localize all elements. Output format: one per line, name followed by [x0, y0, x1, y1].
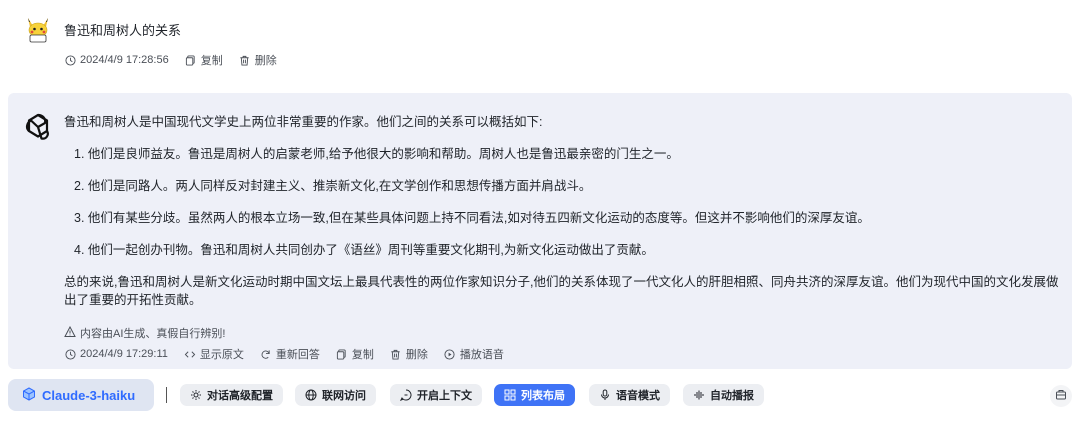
code-icon[interactable] [184, 348, 196, 360]
openai-logo-icon [22, 111, 54, 143]
web-access-button[interactable]: 联网访问 [295, 384, 376, 406]
warning-icon [64, 325, 76, 341]
microphone-icon [599, 389, 611, 401]
assistant-delete-button[interactable]: 删除 [406, 346, 428, 362]
trash-icon[interactable] [239, 54, 251, 66]
assistant-summary: 总的来说,鲁迅和周树人是新文化运动时期中国文坛上最具代表性的两位作家知识分子,他… [64, 275, 1059, 307]
bottom-toolbar: Claude-3-haiku 对话高级配置 联网访问 开启上下文 列表布局 语音… [8, 379, 1072, 413]
grid-icon [504, 389, 516, 401]
copy-icon[interactable] [336, 348, 348, 360]
user-timestamp: 2024/4/9 17:28:56 [80, 54, 169, 66]
clock-icon [64, 54, 76, 66]
assistant-points-list: 1. 他们是良师益友。鲁迅是周树人的启蒙老师,给予他很大的影响和帮助。周树人也是… [64, 145, 1060, 259]
auto-broadcast-button[interactable]: 自动播报 [683, 384, 764, 406]
auto-broadcast-label: 自动播报 [710, 390, 754, 402]
advanced-config-label: 对话高级配置 [207, 390, 273, 402]
user-message-meta: 2024/4/9 17:28:56 复制 删除 [64, 52, 277, 68]
refresh-icon[interactable] [260, 348, 272, 360]
regenerate-button[interactable]: 重新回答 [276, 346, 320, 362]
assistant-timestamp: 2024/4/9 17:29:11 [80, 348, 168, 360]
assistant-message-meta: 2024/4/9 17:29:11 显示原文 重新回答 复制 删除 播放语音 [64, 346, 504, 362]
user-copy-button[interactable]: 复制 [201, 52, 223, 68]
play-icon[interactable] [444, 348, 456, 360]
list-layout-button[interactable]: 列表布局 [494, 384, 575, 406]
share-button[interactable] [1050, 385, 1072, 407]
toolbar-separator [166, 387, 167, 403]
assistant-intro: 鲁迅和周树人是中国现代文学史上两位非常重要的作家。他们之间的关系可以概括如下: [64, 115, 543, 129]
list-item: 3. 他们有某些分歧。虽然两人的根本立场一致,但在某些具体问题上持不同看法,如对… [74, 211, 870, 225]
cube-icon [22, 386, 36, 404]
model-selector-button[interactable]: Claude-3-haiku [8, 379, 154, 411]
user-message-text: 鲁迅和周树人的关系 [64, 23, 182, 38]
voice-mode-label: 语音模式 [616, 390, 660, 402]
model-name: Claude-3-haiku [42, 387, 136, 403]
assistant-message-body: 鲁迅和周树人是中国现代文学史上两位非常重要的作家。他们之间的关系可以概括如下: … [64, 113, 1060, 309]
user-delete-button[interactable]: 删除 [255, 52, 277, 68]
list-item: 2. 他们是同路人。两人同样反对封建主义、推崇新文化,在文学创作和思想传播方面并… [74, 179, 592, 193]
globe-icon [305, 389, 317, 401]
trash-icon[interactable] [390, 348, 402, 360]
play-audio-button[interactable]: 播放语音 [460, 346, 504, 362]
list-item: 4. 他们一起创办刊物。鲁迅和周树人共同创办了《语丝》周刊等重要文化期刊,为新文… [74, 243, 654, 257]
ai-warning: 内容由AI生成、真假自行辨别! [64, 325, 225, 341]
gear-icon [190, 389, 202, 401]
clock-icon [64, 348, 76, 360]
voice-mode-button[interactable]: 语音模式 [589, 384, 670, 406]
show-source-button[interactable]: 显示原文 [200, 346, 244, 362]
list-layout-label: 列表布局 [521, 390, 565, 402]
user-avatar [24, 16, 52, 44]
assistant-copy-button[interactable]: 复制 [352, 346, 374, 362]
list-item: 1. 他们是良师益友。鲁迅是周树人的启蒙老师,给予他很大的影响和帮助。周树人也是… [74, 147, 679, 161]
pikachu-avatar-icon [28, 18, 48, 43]
context-toggle-label: 开启上下文 [417, 390, 472, 402]
web-access-label: 联网访问 [322, 390, 366, 402]
share-icon [1055, 387, 1067, 405]
ai-warning-text: 内容由AI生成、真假自行辨别! [80, 328, 226, 340]
context-icon [400, 389, 412, 401]
assistant-message: 鲁迅和周树人是中国现代文学史上两位非常重要的作家。他们之间的关系可以概括如下: … [8, 93, 1072, 369]
copy-icon[interactable] [185, 54, 197, 66]
context-toggle-button[interactable]: 开启上下文 [390, 384, 482, 406]
soundwave-icon [693, 389, 705, 401]
advanced-config-button[interactable]: 对话高级配置 [180, 384, 283, 406]
